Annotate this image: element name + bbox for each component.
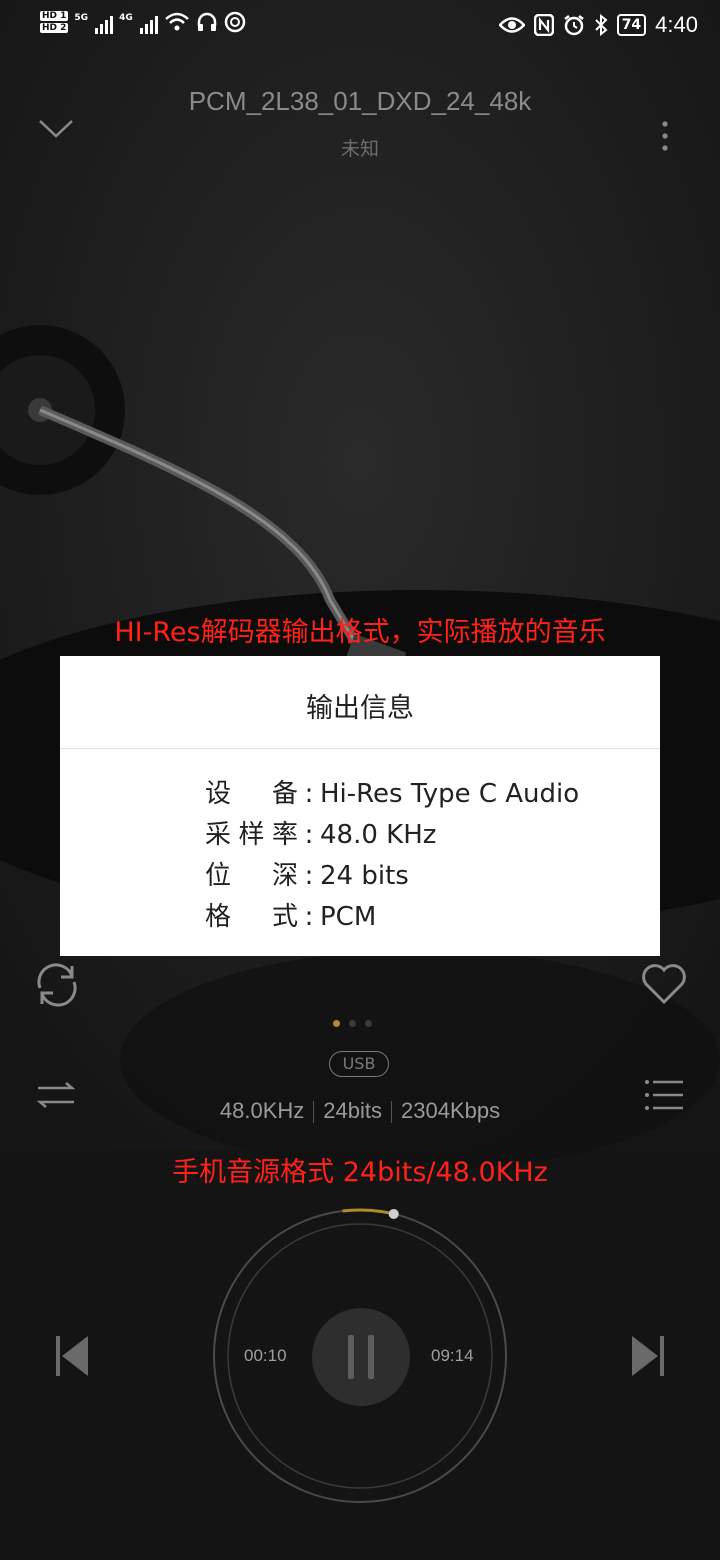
- total-duration: 09:14: [431, 1346, 474, 1365]
- info-row-device: 设备 : Hi-Res Type C Audio: [205, 774, 579, 815]
- page-dot-active: [333, 1020, 340, 1027]
- sample-rate: 48.0KHz: [219, 1098, 305, 1123]
- network-type-2: 4G: [119, 13, 133, 23]
- more-vertical-icon[interactable]: [655, 120, 675, 154]
- nfc-icon: [533, 14, 554, 36]
- wifi-icon: [164, 12, 189, 31]
- battery-indicator: 74: [616, 14, 647, 36]
- artist-name: 未知: [340, 138, 379, 160]
- signal-strength-icon: [95, 10, 114, 34]
- song-title: PCM_2L38_01_DXD_24_48k: [188, 86, 532, 116]
- page-indicator: [333, 1020, 372, 1027]
- signal-strength-icon: [139, 10, 158, 34]
- info-label: 设备: [205, 779, 298, 809]
- info-row-bit-depth: 位深 : 24 bits: [205, 856, 579, 897]
- output-info-list: 设备 : Hi-Res Type C Audio 采样率 : 48.0 KHz …: [205, 774, 579, 938]
- info-label: 位深: [205, 861, 298, 891]
- page-dot: [349, 1020, 356, 1027]
- eye-comfort-icon: [498, 17, 525, 33]
- repeat-icon[interactable]: [32, 962, 82, 1008]
- bit-depth: 24bits: [323, 1098, 382, 1123]
- pause-icon: [348, 1335, 354, 1379]
- info-value: PCM: [320, 902, 377, 932]
- clock: 4:40: [655, 12, 698, 37]
- info-row-format: 格式 : PCM: [205, 897, 579, 938]
- info-row-sample-rate: 采样率 : 48.0 KHz: [205, 815, 579, 856]
- headphones-icon: [197, 12, 216, 31]
- progress-knob[interactable]: [388, 1208, 399, 1219]
- annotation-source-format: 手机音源格式 24bits/48.0KHz: [172, 1157, 548, 1188]
- bluetooth-icon: [594, 14, 608, 36]
- hd-voice-indicator: HD 1 HD 2: [40, 11, 69, 33]
- info-value: 24 bits: [320, 861, 409, 891]
- previous-icon[interactable]: [54, 1334, 90, 1378]
- alarm-icon: [563, 15, 584, 36]
- next-icon[interactable]: [630, 1334, 666, 1378]
- info-value: Hi-Res Type C Audio: [320, 779, 580, 809]
- hd1-label: HD 1: [40, 11, 69, 21]
- progress-arc: [342, 1208, 395, 1216]
- elapsed-time: 00:10: [244, 1346, 287, 1365]
- nfc-service-icon: [224, 11, 245, 33]
- audio-format-info: 48.0KHz 24bits 2304Kbps: [0, 1098, 720, 1124]
- pause-button[interactable]: [312, 1308, 410, 1406]
- usb-output-badge: USB: [329, 1051, 389, 1077]
- info-label: 采样率: [205, 820, 298, 850]
- status-bar: HD 1 HD 2 5G 4G 74 4:40: [0, 0, 720, 56]
- network-type-1: 5G: [74, 13, 89, 23]
- info-label: 格式: [205, 902, 298, 932]
- hd2-label: HD 2: [40, 23, 69, 33]
- output-info-dialog: 输出信息 设备 : Hi-Res Type C Audio 采样率 : 48.0…: [60, 656, 660, 956]
- dialog-title: 输出信息: [60, 656, 660, 749]
- annotation-decoder-output: HI-Res解码器输出格式，实际播放的音乐: [114, 617, 606, 648]
- page-dot: [365, 1020, 372, 1027]
- info-value: 48.0 KHz: [320, 820, 437, 850]
- bitrate: 2304Kbps: [401, 1098, 501, 1123]
- heart-icon[interactable]: [640, 962, 688, 1006]
